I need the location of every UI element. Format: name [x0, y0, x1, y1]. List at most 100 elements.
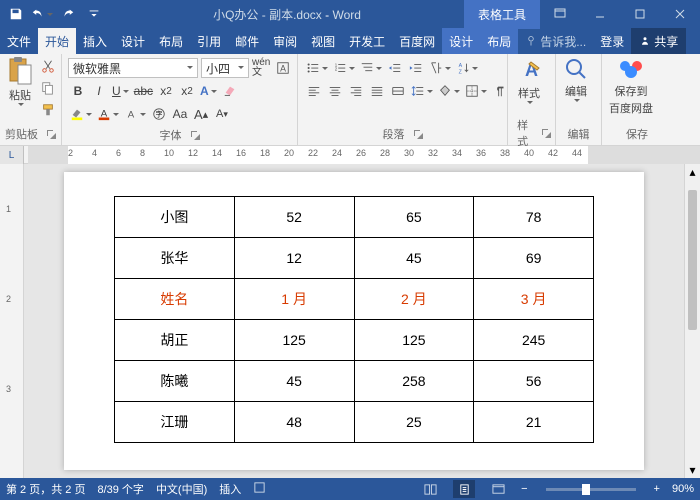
tab-home[interactable]: 开始 — [38, 28, 76, 54]
font-color-icon[interactable]: A — [95, 104, 121, 124]
tab-table-layout[interactable]: 布局 — [480, 28, 518, 54]
table-cell[interactable]: 45 — [234, 361, 354, 402]
styles-button[interactable]: A 样式 — [512, 56, 546, 116]
minimize-icon[interactable] — [580, 0, 620, 28]
table-cell[interactable]: 69 — [474, 238, 594, 279]
multilevel-list-icon[interactable] — [358, 58, 384, 78]
char-shading-icon[interactable]: A — [122, 104, 148, 124]
table-cell[interactable]: 胡正 — [115, 320, 235, 361]
underline-icon[interactable]: U — [110, 81, 131, 101]
table-cell[interactable]: 姓名 — [115, 279, 235, 320]
table-row[interactable]: 姓名1 月2 月3 月 — [115, 279, 594, 320]
zoom-slider[interactable] — [546, 488, 636, 491]
zoom-level[interactable]: 90% — [672, 483, 694, 495]
table-cell[interactable]: 78 — [474, 197, 594, 238]
sort-icon[interactable]: AZ — [454, 58, 480, 78]
tab-layout[interactable]: 布局 — [152, 28, 190, 54]
subscript-icon[interactable]: x2 — [156, 81, 176, 101]
italic-icon[interactable]: I — [89, 81, 109, 101]
tab-baidu[interactable]: 百度网 — [392, 28, 442, 54]
bold-icon[interactable]: B — [68, 81, 88, 101]
status-words[interactable]: 8/39 个字 — [97, 481, 143, 497]
table-cell[interactable]: 12 — [234, 238, 354, 279]
tab-selector[interactable]: L — [0, 146, 24, 164]
table-cell[interactable]: 3 月 — [474, 279, 594, 320]
redo-icon[interactable] — [56, 2, 80, 26]
superscript-icon[interactable]: x2 — [177, 81, 197, 101]
ruler-vertical[interactable]: 123 — [0, 164, 24, 478]
styles-dialog-launcher[interactable] — [541, 128, 551, 138]
status-insert-mode[interactable]: 插入 — [219, 481, 241, 497]
save-icon[interactable] — [4, 2, 28, 26]
font-name-combo[interactable]: 微软雅黑 — [68, 58, 198, 78]
status-language[interactable]: 中文(中国) — [156, 481, 207, 497]
table-cell[interactable]: 258 — [354, 361, 474, 402]
copy-icon[interactable] — [38, 78, 58, 98]
table-row[interactable]: 张华124569 — [115, 238, 594, 279]
font-dialog-launcher[interactable] — [190, 130, 200, 140]
grow-font-icon[interactable]: A▴ — [191, 104, 211, 124]
shrink-font-icon[interactable]: A▾ — [212, 104, 232, 124]
zoom-in-icon[interactable]: + — [654, 483, 660, 495]
tab-file[interactable]: 文件 — [0, 28, 38, 54]
tab-mailings[interactable]: 邮件 — [228, 28, 266, 54]
asian-layout-icon[interactable] — [427, 58, 453, 78]
strikethrough-icon[interactable]: abc — [132, 81, 155, 101]
distribute-icon[interactable] — [388, 81, 408, 101]
increase-indent-icon[interactable] — [406, 58, 426, 78]
view-read-icon[interactable] — [419, 480, 441, 498]
table-row[interactable]: 陈曦4525856 — [115, 361, 594, 402]
view-web-icon[interactable] — [487, 480, 509, 498]
table-row[interactable]: 江珊482521 — [115, 402, 594, 443]
ruler-horizontal[interactable]: L 24681012141618202224262830323436384042… — [0, 146, 700, 164]
table-cell[interactable]: 48 — [234, 402, 354, 443]
share-button[interactable]: 共享 — [631, 28, 686, 54]
change-case-icon[interactable]: Aa — [170, 104, 190, 124]
character-border-icon[interactable]: A — [273, 58, 293, 78]
table-cell[interactable]: 245 — [474, 320, 594, 361]
login-button[interactable]: 登录 — [593, 28, 631, 54]
table-row[interactable]: 胡正125125245 — [115, 320, 594, 361]
table-row[interactable]: 小图526578 — [115, 197, 594, 238]
tab-references[interactable]: 引用 — [190, 28, 228, 54]
tab-insert[interactable]: 插入 — [76, 28, 114, 54]
qat-customize-icon[interactable] — [82, 2, 106, 26]
phonetic-guide-icon[interactable]: wén文 — [250, 58, 272, 78]
text-effects-icon[interactable]: A — [198, 81, 219, 101]
justify-icon[interactable] — [367, 81, 387, 101]
clipboard-dialog-launcher[interactable] — [46, 129, 56, 139]
bullets-icon[interactable] — [304, 58, 330, 78]
table-cell[interactable]: 2 月 — [354, 279, 474, 320]
tab-design[interactable]: 设计 — [114, 28, 152, 54]
align-center-icon[interactable] — [325, 81, 345, 101]
status-page[interactable]: 第 2 页，共 2 页 — [6, 481, 85, 497]
numbering-icon[interactable]: 12 — [331, 58, 357, 78]
format-painter-icon[interactable] — [38, 100, 58, 120]
view-print-icon[interactable] — [453, 480, 475, 498]
decrease-indent-icon[interactable] — [385, 58, 405, 78]
enclose-char-icon[interactable]: 字 — [149, 104, 169, 124]
align-left-icon[interactable] — [304, 81, 324, 101]
table-cell[interactable]: 56 — [474, 361, 594, 402]
table-cell[interactable]: 125 — [354, 320, 474, 361]
scroll-thumb[interactable] — [688, 190, 697, 330]
table-cell[interactable]: 陈曦 — [115, 361, 235, 402]
undo-icon[interactable] — [30, 2, 54, 26]
table-cell[interactable]: 125 — [234, 320, 354, 361]
tab-review[interactable]: 审阅 — [266, 28, 304, 54]
table-cell[interactable]: 25 — [354, 402, 474, 443]
scroll-up-icon[interactable]: ▴ — [685, 164, 700, 180]
line-spacing-icon[interactable] — [409, 81, 435, 101]
table-cell[interactable]: 江珊 — [115, 402, 235, 443]
baidu-save-button[interactable]: 保存到百度网盘 — [606, 56, 656, 116]
scrollbar-vertical[interactable]: ▴ ▾ — [684, 164, 700, 478]
zoom-out-icon[interactable]: − — [521, 483, 527, 495]
table-cell[interactable]: 65 — [354, 197, 474, 238]
status-macro-icon[interactable] — [253, 481, 266, 497]
table-cell[interactable]: 张华 — [115, 238, 235, 279]
tab-view[interactable]: 视图 — [304, 28, 342, 54]
close-icon[interactable] — [660, 0, 700, 28]
table-cell[interactable]: 小图 — [115, 197, 235, 238]
paste-button[interactable]: 粘贴 — [4, 56, 36, 118]
shading-icon[interactable] — [436, 81, 462, 101]
